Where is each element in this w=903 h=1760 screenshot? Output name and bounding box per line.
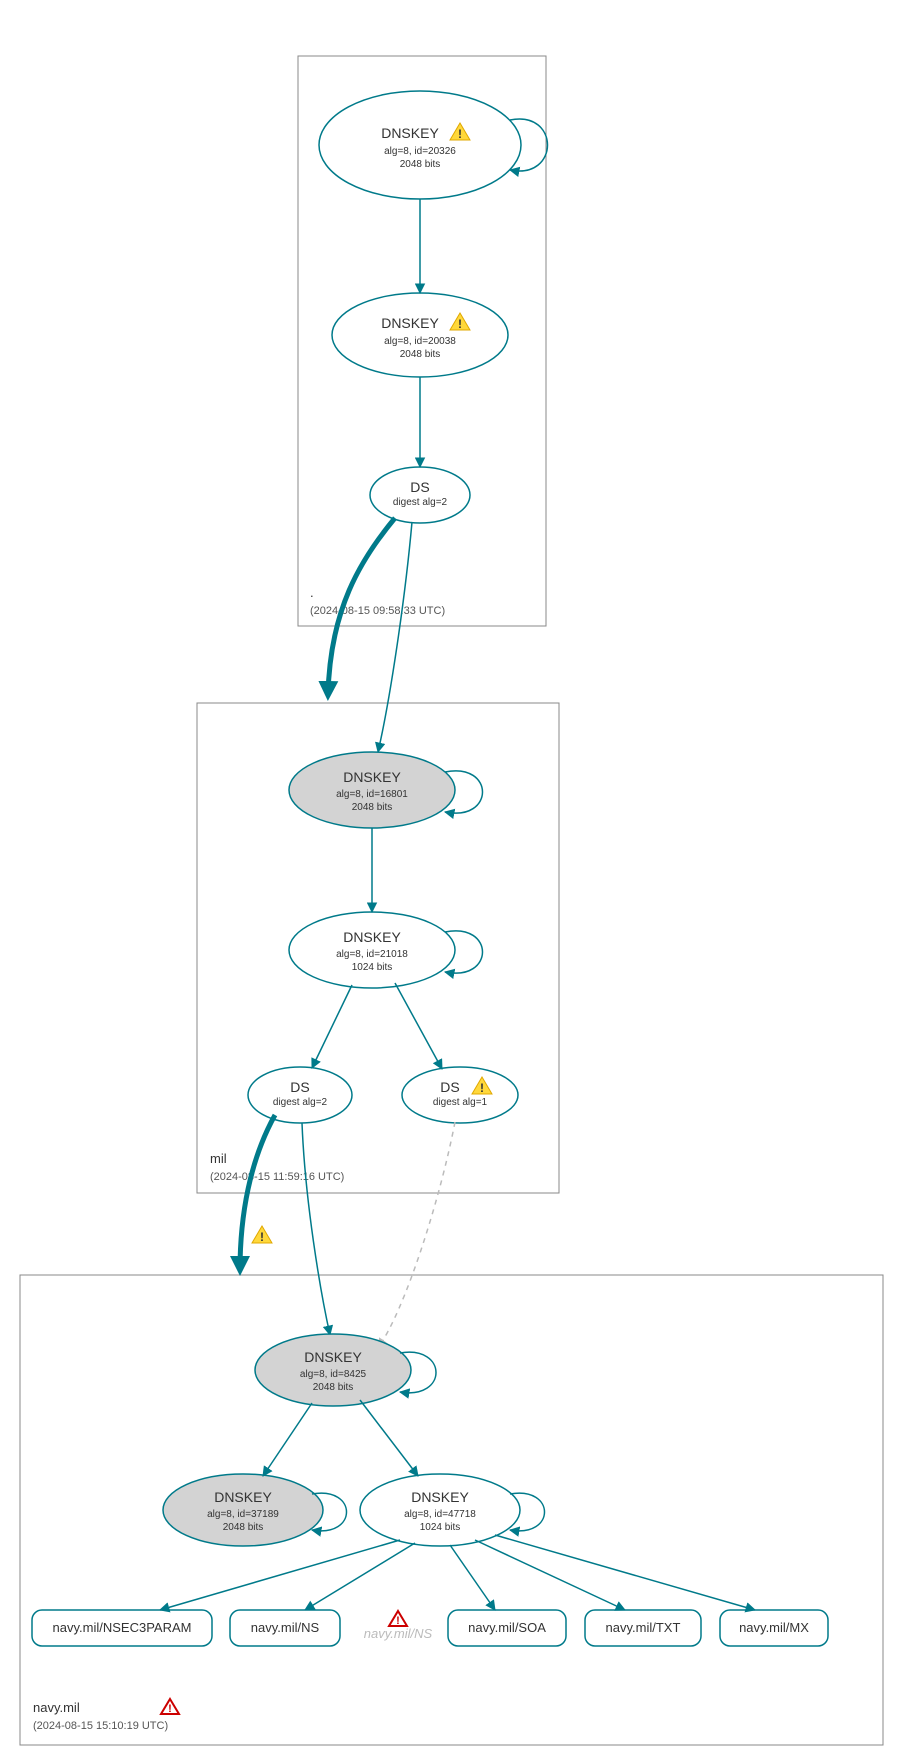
node-bits: 2048 bits [352,802,393,813]
record-txt[interactable]: navy.mil/TXT [585,1610,701,1646]
record-label: navy.mil/TXT [606,1620,681,1635]
node-title: DNSKEY [343,929,401,945]
edge [395,983,442,1069]
node-title: DNSKEY [411,1489,469,1505]
node-dnskey-mil-zsk[interactable]: DNSKEY alg=8, id=21018 1024 bits [289,912,455,988]
edge [263,1403,312,1476]
node-dnskey-root-ksk[interactable]: DNSKEY alg=8, id=20326 2048 bits [319,91,521,199]
node-sub: alg=8, id=20038 [384,336,456,347]
node-sub: digest alg=1 [433,1097,488,1108]
record-nsec3param[interactable]: navy.mil/NSEC3PARAM [32,1610,212,1646]
node-dnskey-navy-ksk[interactable]: DNSKEY alg=8, id=8425 2048 bits [255,1334,411,1406]
node-bits: 1024 bits [352,962,393,973]
record-ns-error: navy.mil/NS [364,1611,433,1641]
node-title: DNSKEY [343,769,401,785]
error-icon [161,1699,179,1715]
record-label: navy.mil/NS [251,1620,320,1635]
record-ns[interactable]: navy.mil/NS [230,1610,340,1646]
node-sub: alg=8, id=20326 [384,146,456,157]
node-sub: alg=8, id=16801 [336,789,408,800]
edge [495,1535,755,1610]
node-title: DNSKEY [304,1349,362,1365]
edge [450,1545,495,1610]
node-ds-mil-2[interactable]: DS digest alg=1 [402,1067,518,1123]
node-sub: alg=8, id=47718 [404,1509,476,1520]
node-sub: alg=8, id=21018 [336,949,408,960]
node-title: DNSKEY [214,1489,272,1505]
node-bits: 1024 bits [420,1522,461,1533]
zone-navy-timestamp: (2024-08-15 15:10:19 UTC) [33,1720,168,1732]
node-sub: digest alg=2 [393,497,448,508]
error-icon [389,1611,407,1627]
node-title: DS [410,479,429,495]
zone-navy-name: navy.mil [33,1700,80,1715]
record-label: navy.mil/NSEC3PARAM [53,1620,192,1635]
node-ds-mil-1[interactable]: DS digest alg=2 [248,1067,352,1123]
node-title: DS [290,1079,309,1095]
node-sub: alg=8, id=37189 [207,1509,279,1520]
record-label: navy.mil/MX [739,1620,809,1635]
node-ds-root[interactable]: DS digest alg=2 [370,467,470,523]
node-bits: 2048 bits [223,1522,264,1533]
record-soa[interactable]: navy.mil/SOA [448,1610,566,1646]
zone-mil-timestamp: (2024-08-15 11:59:16 UTC) [210,1171,344,1183]
node-bits: 2048 bits [400,159,441,170]
record-label: navy.mil/NS [364,1626,433,1641]
edge [160,1540,400,1610]
node-dnskey-mil-ksk[interactable]: DNSKEY alg=8, id=16801 2048 bits [289,752,455,828]
node-bits: 2048 bits [313,1382,354,1393]
node-sub: alg=8, id=8425 [300,1369,367,1380]
node-title: DNSKEY [381,315,439,331]
zone-root-name: . [310,585,314,600]
edge [360,1400,418,1476]
zone-mil-name: mil [210,1151,227,1166]
record-mx[interactable]: navy.mil/MX [720,1610,828,1646]
zone-root-timestamp: (2024-08-15 09:58:33 UTC) [310,605,445,617]
node-title: DNSKEY [381,125,439,141]
warning-icon [252,1226,272,1244]
node-dnskey-navy-zsk1[interactable]: DNSKEY alg=8, id=37189 2048 bits [163,1474,323,1546]
edge [302,1123,330,1335]
record-label: navy.mil/SOA [468,1620,546,1635]
node-bits: 2048 bits [400,349,441,360]
edge [305,1543,415,1610]
node-sub: digest alg=2 [273,1097,328,1108]
node-dnskey-root-zsk[interactable]: DNSKEY alg=8, id=20038 2048 bits [332,293,508,377]
node-title: DS [440,1079,459,1095]
edge-dashed [378,1122,455,1348]
edge [378,522,412,752]
dnssec-authentication-graph: ! ! . (2024-08-15 09:58:33 UTC) DNSKEY a… [0,0,903,1760]
edge [312,985,352,1068]
